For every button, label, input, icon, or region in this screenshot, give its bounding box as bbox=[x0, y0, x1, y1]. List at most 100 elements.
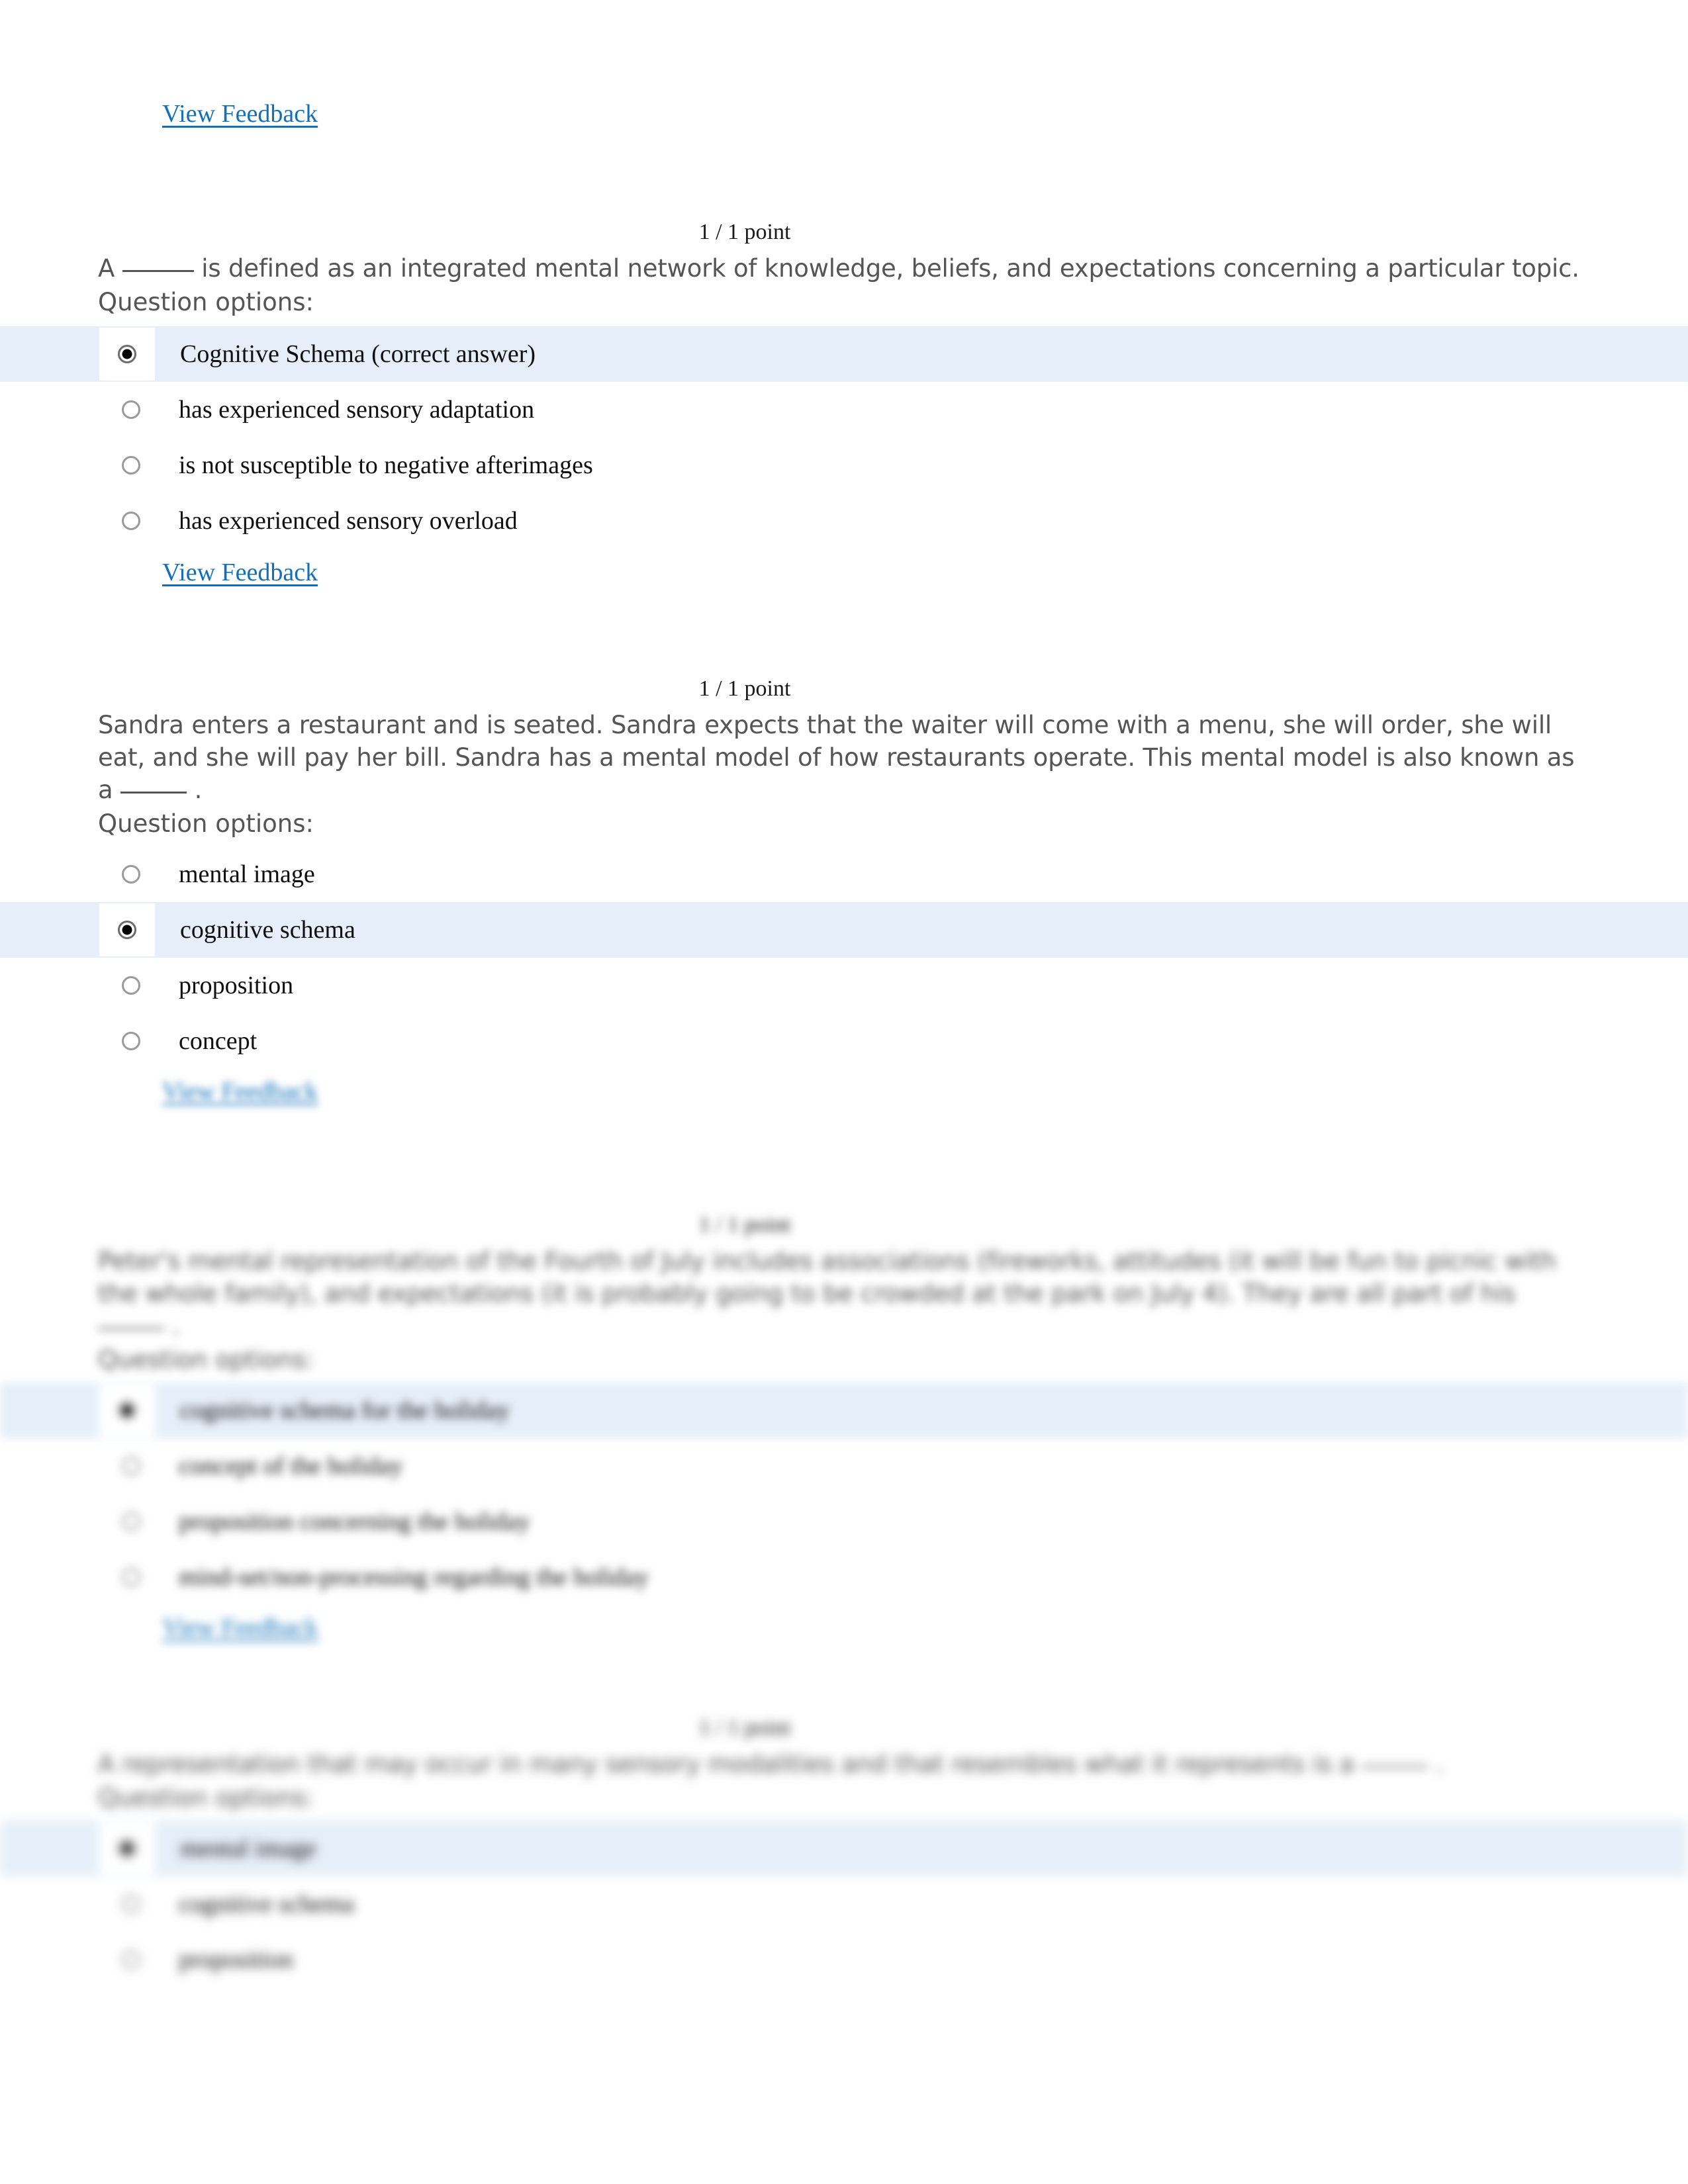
radio-button-icon[interactable] bbox=[118, 921, 136, 940]
view-feedback-link[interactable]: View Feedback bbox=[162, 99, 318, 128]
option-row[interactable]: proposition bbox=[0, 1932, 1688, 1987]
radio-button-icon[interactable] bbox=[122, 1512, 140, 1531]
option-row[interactable]: cognitive schema bbox=[0, 1876, 1688, 1932]
question-points-1: 1 / 1 point bbox=[698, 220, 791, 244]
options-list-1: Cognitive Schema (correct answer) has ex… bbox=[0, 326, 1688, 549]
options-list-3: cognitive schema for the holiday concept… bbox=[0, 1383, 1688, 1605]
radio-button-icon[interactable] bbox=[122, 1032, 140, 1051]
radio-cell[interactable] bbox=[98, 1438, 164, 1494]
question-stem-2: Sandra enters a restaurant and is seated… bbox=[98, 709, 1581, 807]
radio-button-icon[interactable] bbox=[122, 1950, 140, 1969]
fill-in-blank bbox=[1362, 1765, 1429, 1768]
option-row[interactable]: has experienced sensory adaptation bbox=[0, 382, 1688, 437]
top-feedback-wrapper: View Feedback bbox=[0, 99, 318, 128]
radio-cell[interactable] bbox=[98, 437, 164, 493]
option-label: mental image bbox=[180, 1834, 316, 1862]
quiz-results-page: View Feedback 1 / 1 point A is defined a… bbox=[0, 0, 1688, 2184]
option-label: cognitive schema bbox=[180, 916, 355, 944]
stem-text-before-blank: Peter's mental representation of the Fou… bbox=[98, 1246, 1556, 1308]
question-options-label-3: Question options: bbox=[98, 1345, 314, 1375]
radio-cell[interactable] bbox=[98, 1494, 164, 1549]
option-label: concept bbox=[179, 1027, 258, 1056]
option-row[interactable]: Cognitive Schema (correct answer) bbox=[0, 326, 1688, 382]
stem-text-before-blank: A representation that may occur in many … bbox=[98, 1749, 1354, 1778]
radio-cell[interactable] bbox=[98, 1549, 164, 1605]
stem-text-after-blank: is defined as an integrated mental netwo… bbox=[201, 253, 1579, 283]
radio-cell[interactable] bbox=[99, 903, 155, 957]
question-block-1: 1 / 1 point A is defined as an integrate… bbox=[0, 218, 1688, 587]
fill-in-blank bbox=[122, 269, 194, 272]
radio-button-icon[interactable] bbox=[122, 511, 140, 530]
question-stem-3: Peter's mental representation of the Fou… bbox=[98, 1245, 1581, 1343]
fill-in-blank bbox=[98, 1327, 164, 1330]
radio-button-icon[interactable] bbox=[118, 344, 136, 363]
radio-button-icon[interactable] bbox=[122, 976, 140, 995]
radio-button-icon[interactable] bbox=[118, 1839, 136, 1858]
option-row[interactable]: mind-set/non-processing regarding the ho… bbox=[0, 1549, 1688, 1605]
radio-cell[interactable] bbox=[99, 327, 155, 381]
question-block-2: 1 / 1 point Sandra enters a restaurant a… bbox=[0, 675, 1688, 1106]
option-row[interactable]: has experienced sensory overload bbox=[0, 493, 1688, 549]
radio-cell[interactable] bbox=[99, 1821, 155, 1875]
option-label: cognitive schema for the holiday bbox=[180, 1396, 510, 1425]
radio-button-icon[interactable] bbox=[122, 1894, 140, 1913]
question-stem-4: A representation that may occur in many … bbox=[98, 1748, 1581, 1780]
radio-button-icon[interactable] bbox=[122, 1457, 140, 1476]
option-label: mind-set/non-processing regarding the ho… bbox=[179, 1563, 649, 1592]
option-label: mental image bbox=[179, 860, 315, 889]
question-block-3: 1 / 1 point Peter's mental representatio… bbox=[0, 1211, 1688, 1642]
option-row[interactable]: is not susceptible to negative afterimag… bbox=[0, 437, 1688, 493]
radio-cell[interactable] bbox=[99, 1384, 155, 1437]
radio-cell[interactable] bbox=[98, 1876, 164, 1932]
option-label: has experienced sensory overload bbox=[179, 506, 518, 535]
radio-cell[interactable] bbox=[98, 1932, 164, 1987]
feedback-wrapper-3: View Feedback bbox=[162, 1613, 1688, 1642]
radio-cell[interactable] bbox=[98, 382, 164, 437]
option-row[interactable]: concept of the holiday bbox=[0, 1438, 1688, 1494]
feedback-wrapper-1: View Feedback bbox=[162, 558, 1688, 587]
stem-text-after-blank: . bbox=[171, 1311, 180, 1340]
option-label: is not susceptible to negative afterimag… bbox=[179, 451, 593, 479]
stem-text-after-blank: . bbox=[1435, 1749, 1444, 1778]
option-label: has experienced sensory adaptation bbox=[179, 395, 535, 424]
question-points-4: 1 / 1 point bbox=[698, 1715, 791, 1740]
question-stem-1: A is defined as an integrated mental net… bbox=[98, 252, 1581, 285]
question-options-label-4: Question options: bbox=[98, 1783, 314, 1812]
stem-text-before-blank: A bbox=[98, 253, 115, 283]
stem-text-after-blank: . bbox=[194, 775, 203, 804]
radio-button-icon[interactable] bbox=[122, 400, 140, 419]
question-points-3: 1 / 1 point bbox=[698, 1212, 791, 1237]
radio-cell[interactable] bbox=[98, 1013, 164, 1069]
option-label: proposition bbox=[179, 1945, 294, 1974]
view-feedback-link[interactable]: View Feedback bbox=[162, 1613, 318, 1642]
option-label: proposition concerning the holiday bbox=[179, 1508, 530, 1536]
question-options-label-1: Question options: bbox=[98, 287, 314, 316]
radio-button-icon[interactable] bbox=[122, 865, 140, 884]
option-label: proposition bbox=[179, 972, 294, 1000]
view-feedback-link[interactable]: View Feedback bbox=[162, 558, 318, 587]
option-row[interactable]: proposition concerning the holiday bbox=[0, 1494, 1688, 1549]
radio-cell[interactable] bbox=[98, 846, 164, 902]
option-row[interactable]: proposition bbox=[0, 958, 1688, 1013]
option-row[interactable]: mental image bbox=[0, 846, 1688, 902]
radio-button-icon[interactable] bbox=[122, 1568, 140, 1587]
option-row[interactable]: cognitive schema for the holiday bbox=[0, 1383, 1688, 1439]
radio-button-icon[interactable] bbox=[118, 1401, 136, 1420]
option-row[interactable]: concept bbox=[0, 1013, 1688, 1069]
option-label: Cognitive Schema (correct answer) bbox=[180, 340, 536, 368]
options-list-2: mental image cognitive schema propositio… bbox=[0, 846, 1688, 1069]
option-row[interactable]: mental image bbox=[0, 1820, 1688, 1876]
question-block-4: 1 / 1 point A representation that may oc… bbox=[0, 1714, 1688, 1987]
fill-in-blank bbox=[120, 791, 187, 794]
radio-button-icon[interactable] bbox=[122, 455, 140, 475]
view-feedback-link[interactable]: View Feedback bbox=[162, 1077, 318, 1106]
option-label: cognitive schema bbox=[179, 1889, 354, 1918]
radio-cell[interactable] bbox=[98, 493, 164, 549]
option-row[interactable]: cognitive schema bbox=[0, 902, 1688, 958]
options-list-4: mental image cognitive schema propositio… bbox=[0, 1820, 1688, 1987]
radio-cell[interactable] bbox=[98, 958, 164, 1013]
option-label: concept of the holiday bbox=[179, 1452, 403, 1480]
question-options-label-2: Question options: bbox=[98, 809, 314, 839]
question-points-2: 1 / 1 point bbox=[698, 676, 791, 701]
feedback-wrapper-2: View Feedback bbox=[162, 1077, 1688, 1106]
